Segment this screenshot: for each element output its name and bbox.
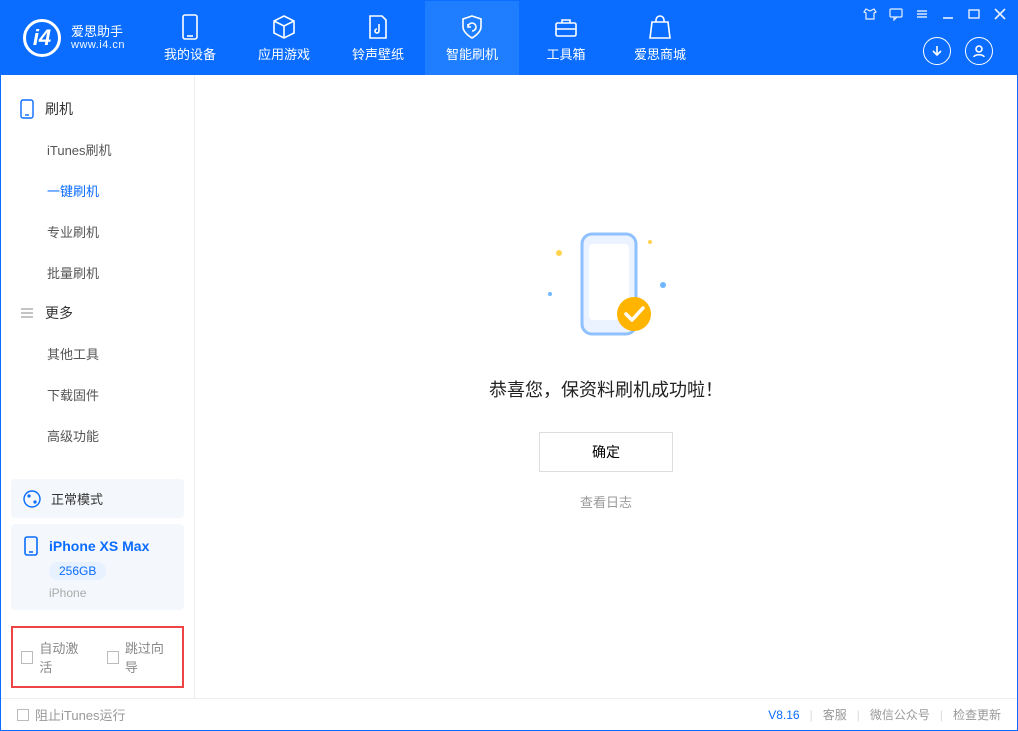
device-card[interactable]: iPhone XS Max 256GB iPhone	[11, 524, 184, 610]
checkbox-auto-activate[interactable]: 自动激活	[21, 638, 89, 676]
cube-icon	[271, 14, 297, 40]
ok-button[interactable]: 确定	[539, 432, 673, 472]
tab-apps[interactable]: 应用游戏	[237, 1, 331, 75]
app-window: i4 爱思助手 www.i4.cn 我的设备 应用游戏	[0, 0, 1018, 731]
checkbox-icon	[17, 709, 29, 721]
tab-label: 应用游戏	[258, 44, 310, 63]
brand-text: 爱思助手 www.i4.cn	[71, 25, 125, 51]
sidebar-item-batch[interactable]: 批量刷机	[1, 252, 194, 293]
minimize-icon[interactable]	[941, 7, 955, 21]
sidebar-section-flash: 刷机	[1, 89, 194, 129]
mode-bar[interactable]: 正常模式	[11, 479, 184, 518]
success-message: 恭喜您，保资料刷机成功啦！	[489, 376, 723, 402]
sidebar: 刷机 iTunes刷机 一键刷机 专业刷机 批量刷机 更多 其他工具 下载固件 …	[1, 75, 195, 698]
device-type: iPhone	[49, 586, 172, 600]
footer-link-wechat[interactable]: 微信公众号	[870, 706, 930, 723]
logo: i4 爱思助手 www.i4.cn	[1, 19, 143, 57]
phone-success-icon	[516, 222, 696, 352]
header-actions	[923, 37, 993, 65]
tab-label: 智能刷机	[446, 44, 498, 63]
feedback-icon[interactable]	[889, 7, 903, 21]
sidebar-item-advanced[interactable]: 高级功能	[1, 415, 194, 456]
body: 刷机 iTunes刷机 一键刷机 专业刷机 批量刷机 更多 其他工具 下载固件 …	[1, 75, 1017, 698]
sidebar-item-other-tools[interactable]: 其他工具	[1, 333, 194, 374]
list-icon	[19, 305, 35, 321]
tab-label: 我的设备	[164, 44, 216, 63]
shirt-icon[interactable]	[863, 7, 877, 21]
sidebar-item-download-firmware[interactable]: 下载固件	[1, 374, 194, 415]
footer-divider: |	[857, 708, 860, 722]
checkbox-icon	[107, 651, 119, 664]
device-icon	[23, 536, 39, 556]
sidebar-section-label: 刷机	[45, 99, 73, 119]
bag-icon	[647, 14, 673, 40]
sidebar-item-itunes[interactable]: iTunes刷机	[1, 129, 194, 170]
sidebar-item-onekey[interactable]: 一键刷机	[1, 170, 194, 211]
window-controls	[863, 7, 1007, 21]
refresh-shield-icon	[459, 14, 485, 40]
phone-icon	[177, 14, 203, 40]
tab-ringtone[interactable]: 铃声壁纸	[331, 1, 425, 75]
menu-icon[interactable]	[915, 7, 929, 21]
checkbox-icon	[21, 651, 33, 664]
brand-url: www.i4.cn	[71, 39, 125, 51]
brand-name: 爱思助手	[71, 25, 125, 39]
footer-link-cs[interactable]: 客服	[823, 706, 847, 723]
success-illustration	[516, 222, 696, 352]
mode-icon	[23, 490, 41, 508]
version-label: V8.16	[768, 708, 799, 722]
footer-left: 阻止iTunes运行	[17, 705, 126, 724]
checkbox-label: 跳过向导	[125, 638, 174, 676]
sidebar-item-pro[interactable]: 专业刷机	[1, 211, 194, 252]
logo-icon: i4	[23, 19, 61, 57]
sidebar-section-label: 更多	[45, 303, 73, 323]
maximize-icon[interactable]	[967, 7, 981, 21]
bottom-options-highlight: 自动激活 跳过向导	[11, 626, 184, 688]
tab-label: 爱思商城	[634, 44, 686, 63]
tab-store[interactable]: 爱思商城	[613, 1, 707, 75]
tab-label: 铃声壁纸	[352, 44, 404, 63]
music-file-icon	[365, 14, 391, 40]
toolbox-icon	[553, 14, 579, 40]
tab-toolbox[interactable]: 工具箱	[519, 1, 613, 75]
download-button[interactable]	[923, 37, 951, 65]
checkbox-skip-wizard[interactable]: 跳过向导	[107, 638, 175, 676]
main-panel: 恭喜您，保资料刷机成功啦！ 确定 查看日志	[195, 75, 1017, 698]
tab-flash[interactable]: 智能刷机	[425, 1, 519, 75]
checkbox-label: 阻止iTunes运行	[35, 705, 126, 724]
footer-right: V8.16 | 客服 | 微信公众号 | 检查更新	[768, 706, 1001, 723]
footer-divider: |	[810, 708, 813, 722]
mode-label: 正常模式	[51, 489, 103, 508]
close-icon[interactable]	[993, 7, 1007, 21]
tab-label: 工具箱	[547, 44, 586, 63]
sidebar-section-more: 更多	[1, 293, 194, 333]
device-storage-badge: 256GB	[49, 562, 106, 580]
tab-mydevice[interactable]: 我的设备	[143, 1, 237, 75]
device-name: iPhone XS Max	[49, 538, 149, 554]
footer-link-update[interactable]: 检查更新	[953, 706, 1001, 723]
footer-divider: |	[940, 708, 943, 722]
account-button[interactable]	[965, 37, 993, 65]
sidebar-scroll: 刷机 iTunes刷机 一键刷机 专业刷机 批量刷机 更多 其他工具 下载固件 …	[1, 75, 194, 479]
footer: 阻止iTunes运行 V8.16 | 客服 | 微信公众号 | 检查更新	[1, 698, 1017, 730]
header-tabs: 我的设备 应用游戏 铃声壁纸 智能刷机	[143, 1, 707, 75]
device-row: iPhone XS Max	[23, 536, 172, 556]
view-log-link[interactable]: 查看日志	[580, 492, 632, 511]
header: i4 爱思助手 www.i4.cn 我的设备 应用游戏	[1, 1, 1017, 75]
checkbox-block-itunes[interactable]: 阻止iTunes运行	[17, 705, 126, 724]
phone-small-icon	[19, 99, 35, 119]
checkbox-label: 自动激活	[39, 638, 88, 676]
